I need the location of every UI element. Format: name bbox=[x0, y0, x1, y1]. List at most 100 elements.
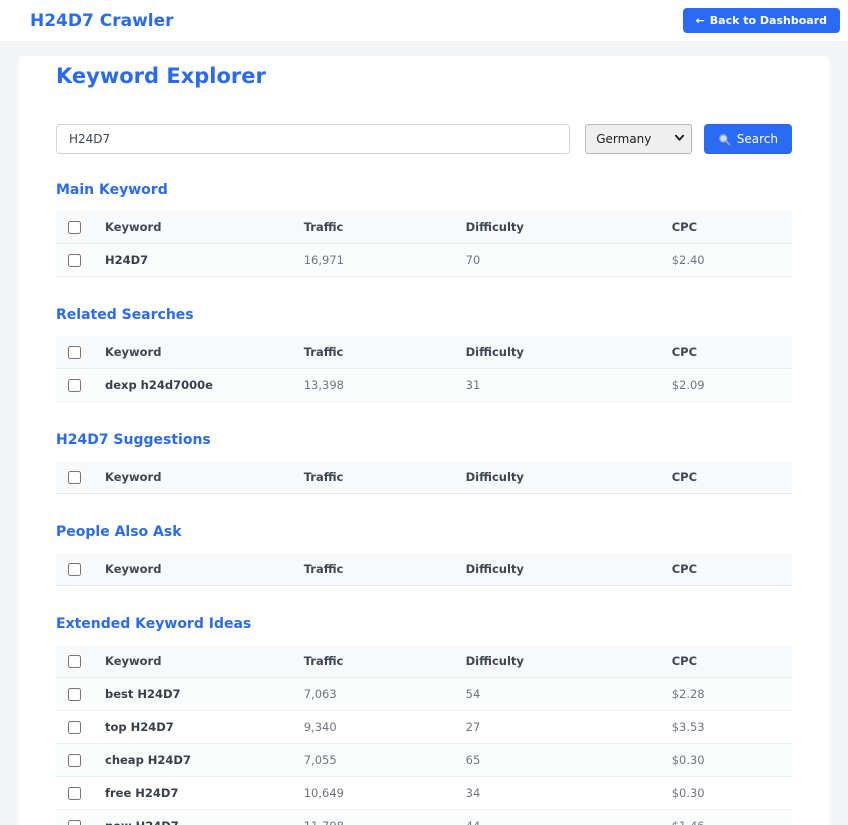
column-header-keyword: Keyword bbox=[93, 336, 292, 369]
table-row: free H24D710,64934$0.30 bbox=[56, 777, 792, 810]
select-all-checkbox[interactable] bbox=[68, 471, 81, 484]
select-all-checkbox[interactable] bbox=[68, 655, 81, 668]
column-header-difficulty: Difficulty bbox=[454, 645, 660, 678]
difficulty-cell: 34 bbox=[454, 777, 660, 810]
keyword-section: H24D7 Suggestions Keyword Traffic Diffic… bbox=[56, 432, 792, 494]
column-header-traffic: Traffic bbox=[292, 645, 454, 678]
section-title: H24D7 Suggestions bbox=[56, 432, 792, 448]
column-header-cpc: CPC bbox=[660, 461, 792, 494]
cpc-cell: $2.40 bbox=[660, 244, 792, 277]
keyword-cell: top H24D7 bbox=[93, 711, 292, 744]
table-row: H24D716,97170$2.40 bbox=[56, 244, 792, 277]
keyword-table: Keyword Traffic Difficulty CPC bbox=[56, 461, 792, 494]
select-all-checkbox[interactable] bbox=[68, 221, 81, 234]
cpc-cell: $2.09 bbox=[660, 369, 792, 402]
keyword-section: Related Searches Keyword Traffic Difficu… bbox=[56, 307, 792, 402]
row-checkbox[interactable] bbox=[68, 379, 81, 392]
difficulty-cell: 44 bbox=[454, 810, 660, 825]
column-header-difficulty: Difficulty bbox=[454, 553, 660, 586]
cpc-cell: $0.30 bbox=[660, 777, 792, 810]
keyword-table: Keyword Traffic Difficulty CPC best H24D… bbox=[56, 645, 792, 825]
column-header-difficulty: Difficulty bbox=[454, 336, 660, 369]
back-arrow-icon: ← bbox=[696, 14, 705, 27]
cpc-cell: $0.30 bbox=[660, 744, 792, 777]
column-header-keyword: Keyword bbox=[93, 461, 292, 494]
traffic-cell: 10,649 bbox=[292, 777, 454, 810]
row-checkbox[interactable] bbox=[68, 787, 81, 800]
keyword-explorer-card: Keyword Explorer Germany Search Main Key… bbox=[19, 56, 829, 825]
column-header-keyword: Keyword bbox=[93, 645, 292, 678]
column-header-cpc: CPC bbox=[660, 645, 792, 678]
keyword-table: Keyword Traffic Difficulty CPC bbox=[56, 553, 792, 586]
keyword-search-input[interactable] bbox=[56, 124, 570, 154]
column-header-traffic: Traffic bbox=[292, 553, 454, 586]
column-header-traffic: Traffic bbox=[292, 211, 454, 244]
column-header-cpc: CPC bbox=[660, 211, 792, 244]
table-header-row: Keyword Traffic Difficulty CPC bbox=[56, 461, 792, 494]
section-title: People Also Ask bbox=[56, 524, 792, 540]
difficulty-cell: 31 bbox=[454, 369, 660, 402]
back-button-label: Back to Dashboard bbox=[710, 14, 827, 27]
column-header-traffic: Traffic bbox=[292, 461, 454, 494]
cpc-cell: $3.53 bbox=[660, 711, 792, 744]
select-all-checkbox[interactable] bbox=[68, 346, 81, 359]
table-row: new H24D711,79844$1.46 bbox=[56, 810, 792, 825]
column-header-difficulty: Difficulty bbox=[454, 461, 660, 494]
page-title: Keyword Explorer bbox=[56, 64, 792, 88]
column-header-keyword: Keyword bbox=[93, 553, 292, 586]
table-header-row: Keyword Traffic Difficulty CPC bbox=[56, 645, 792, 678]
app-title: H24D7 Crawler bbox=[30, 11, 174, 31]
traffic-cell: 9,340 bbox=[292, 711, 454, 744]
select-all-checkbox[interactable] bbox=[68, 563, 81, 576]
difficulty-cell: 65 bbox=[454, 744, 660, 777]
row-checkbox[interactable] bbox=[68, 754, 81, 767]
keyword-section: People Also Ask Keyword Traffic Difficul… bbox=[56, 524, 792, 586]
cpc-cell: $2.28 bbox=[660, 678, 792, 711]
difficulty-cell: 27 bbox=[454, 711, 660, 744]
row-checkbox[interactable] bbox=[68, 688, 81, 701]
app-header: H24D7 Crawler ← Back to Dashboard bbox=[0, 0, 848, 42]
country-select-wrap: Germany bbox=[585, 124, 692, 154]
search-button-label: Search bbox=[737, 132, 778, 146]
table-row: cheap H24D77,05565$0.30 bbox=[56, 744, 792, 777]
row-checkbox[interactable] bbox=[68, 820, 81, 825]
search-bar: Germany Search bbox=[56, 124, 792, 154]
search-icon bbox=[718, 133, 731, 146]
keyword-section: Extended Keyword Ideas Keyword Traffic D… bbox=[56, 616, 792, 825]
section-title: Extended Keyword Ideas bbox=[56, 616, 792, 632]
row-checkbox[interactable] bbox=[68, 721, 81, 734]
table-row: top H24D79,34027$3.53 bbox=[56, 711, 792, 744]
table-header-row: Keyword Traffic Difficulty CPC bbox=[56, 211, 792, 244]
keyword-cell: cheap H24D7 bbox=[93, 744, 292, 777]
keyword-cell: dexp h24d7000e bbox=[93, 369, 292, 402]
country-select[interactable]: Germany bbox=[585, 124, 692, 154]
traffic-cell: 11,798 bbox=[292, 810, 454, 825]
keyword-cell: new H24D7 bbox=[93, 810, 292, 825]
keyword-section: Main Keyword Keyword Traffic Difficulty … bbox=[56, 182, 792, 277]
column-header-difficulty: Difficulty bbox=[454, 211, 660, 244]
table-row: best H24D77,06354$2.28 bbox=[56, 678, 792, 711]
column-header-cpc: CPC bbox=[660, 336, 792, 369]
keyword-table: Keyword Traffic Difficulty CPC H24D716,9… bbox=[56, 211, 792, 277]
column-header-traffic: Traffic bbox=[292, 336, 454, 369]
difficulty-cell: 70 bbox=[454, 244, 660, 277]
traffic-cell: 7,063 bbox=[292, 678, 454, 711]
table-row: dexp h24d7000e13,39831$2.09 bbox=[56, 369, 792, 402]
difficulty-cell: 54 bbox=[454, 678, 660, 711]
page-body: Keyword Explorer Germany Search Main Key… bbox=[0, 42, 848, 825]
back-to-dashboard-button[interactable]: ← Back to Dashboard bbox=[683, 8, 840, 33]
section-title: Related Searches bbox=[56, 307, 792, 323]
row-checkbox[interactable] bbox=[68, 254, 81, 267]
traffic-cell: 13,398 bbox=[292, 369, 454, 402]
keyword-cell: H24D7 bbox=[93, 244, 292, 277]
column-header-cpc: CPC bbox=[660, 553, 792, 586]
table-header-row: Keyword Traffic Difficulty CPC bbox=[56, 336, 792, 369]
cpc-cell: $1.46 bbox=[660, 810, 792, 825]
column-header-keyword: Keyword bbox=[93, 211, 292, 244]
keyword-cell: free H24D7 bbox=[93, 777, 292, 810]
traffic-cell: 16,971 bbox=[292, 244, 454, 277]
search-button[interactable]: Search bbox=[704, 124, 792, 154]
traffic-cell: 7,055 bbox=[292, 744, 454, 777]
keyword-sections: Main Keyword Keyword Traffic Difficulty … bbox=[56, 182, 792, 825]
keyword-table: Keyword Traffic Difficulty CPC dexp h24d… bbox=[56, 336, 792, 402]
